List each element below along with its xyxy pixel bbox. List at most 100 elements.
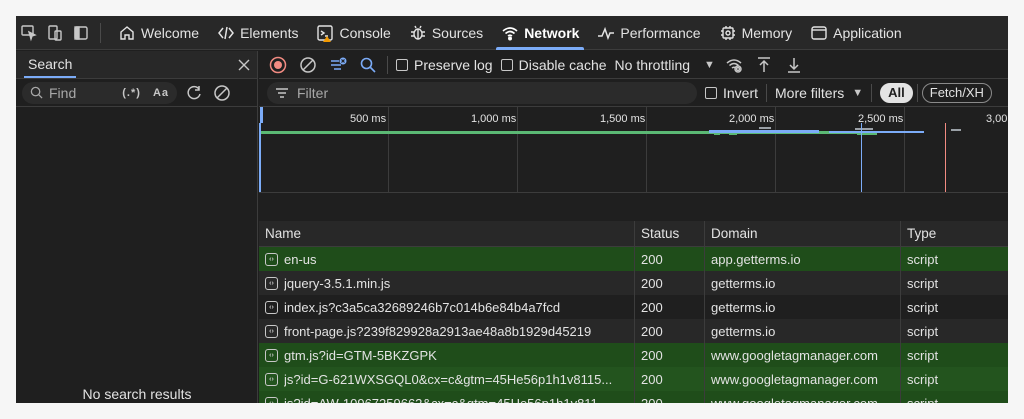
cell-name: ‹› en-us xyxy=(259,247,635,271)
record-icon[interactable] xyxy=(267,54,289,76)
cell-type: script xyxy=(907,299,939,315)
search-input[interactable]: Find (.*) Aa xyxy=(22,81,177,104)
download-icon[interactable] xyxy=(783,54,805,76)
timeline-tick-label: 1,500 ms xyxy=(600,113,646,125)
tab-label: Welcome xyxy=(141,24,200,41)
type-filter-fetch-xhr[interactable]: Fetch/XH xyxy=(921,82,992,103)
tab-elements[interactable]: Elements xyxy=(208,16,307,50)
cell-name: ‹› js?id=G-621WXSGQL0&cx=c&gtm=45He56p1h1… xyxy=(259,367,635,391)
device-toolbar-icon[interactable] xyxy=(42,16,68,50)
network-requests-table: Name Status Domain Type ‹› en-us 200 app.ge… xyxy=(259,221,1008,403)
request-name: en-us xyxy=(284,251,317,267)
filter-placeholder: Filter xyxy=(297,84,329,101)
upload-icon[interactable] xyxy=(753,54,775,76)
tab-welcome[interactable]: Welcome xyxy=(109,16,208,50)
home-icon xyxy=(120,25,134,40)
cell-domain: getterms.io xyxy=(705,271,901,295)
code-brackets-icon xyxy=(218,26,235,39)
invert-checkbox[interactable]: Invert xyxy=(705,85,758,101)
more-filters-button[interactable]: More filters ▼ xyxy=(775,85,863,101)
regex-toggle[interactable]: (.*) xyxy=(122,87,141,99)
table-body: ‹› en-us 200 app.getterms.io script ‹› jquery-… xyxy=(259,247,1008,403)
table-row[interactable]: ‹› en-us 200 app.getterms.io script xyxy=(259,247,1008,271)
column-header-domain[interactable]: Domain xyxy=(705,221,901,246)
search-drawer-header: Search xyxy=(16,51,257,79)
table-row[interactable]: ‹› index.js?c3a5ca32689246b7c014b6e84b4a7… xyxy=(259,295,1008,319)
timeline-request-bar xyxy=(714,133,720,135)
cell-status: 200 xyxy=(635,295,705,319)
wifi-icon xyxy=(502,26,518,41)
console-icon xyxy=(317,24,334,42)
filter-divider xyxy=(766,83,768,102)
tab-performance[interactable]: Performance xyxy=(588,16,709,50)
tab-label: Console xyxy=(339,24,391,41)
tab-console[interactable]: Console xyxy=(307,16,399,50)
timeline-selection-handle[interactable] xyxy=(260,107,263,123)
bug-icon xyxy=(410,25,425,40)
script-file-icon: ‹› xyxy=(265,396,278,403)
table-row[interactable]: ‹› gtm.js?id=GTM-5BKZGPK 200 www.googletagm… xyxy=(259,343,1008,367)
column-header-name[interactable]: Name xyxy=(259,221,635,246)
type-filter-all[interactable]: All xyxy=(880,82,913,103)
table-row[interactable]: ‹› js?id=G-621WXSGQL0&cx=c&gtm=45He56p1h1… xyxy=(259,367,1008,391)
cell-name: ‹› js?id=AW-10967259662&cx=c&gtm=45He56p1… xyxy=(259,391,635,403)
tab-sources[interactable]: Sources xyxy=(400,16,492,50)
filter-settings-icon[interactable] xyxy=(327,54,349,76)
cell-name: ‹› front-page.js?239f829928a2913ae48a8b19… xyxy=(259,319,635,343)
table-row[interactable]: ‹› js?id=AW-10967259662&cx=c&gtm=45He56p1… xyxy=(259,391,1008,403)
table-row[interactable]: ‹› jquery-3.5.1.min.js 200 getterms.io scrip… xyxy=(259,271,1008,295)
table-row[interactable]: ‹› front-page.js?239f829928a2913ae48a8b19… xyxy=(259,319,1008,343)
timeline-gridline xyxy=(775,107,776,192)
timeline-tick-label: 2,000 ms xyxy=(729,113,775,125)
tab-label: Elements xyxy=(240,24,299,41)
timeline-request-bar xyxy=(857,133,877,135)
refresh-icon[interactable] xyxy=(183,82,205,104)
filter-input[interactable]: Filter xyxy=(267,81,697,104)
more-filters-label: More filters xyxy=(775,84,845,101)
timeline-request-bar xyxy=(759,127,771,129)
inspect-element-icon[interactable] xyxy=(16,16,42,50)
chevron-down-icon: ▼ xyxy=(704,58,715,71)
script-file-icon: ‹› xyxy=(265,276,278,290)
request-name: js?id=G-621WXSGQL0&cx=c&gtm=45He56p1h1v8… xyxy=(284,371,613,387)
network-conditions-icon[interactable] xyxy=(723,54,745,76)
app-window-icon xyxy=(811,25,827,40)
cell-domain: getterms.io xyxy=(705,319,901,343)
timeline-tick-label: 2,500 ms xyxy=(858,113,904,125)
search-icon[interactable] xyxy=(357,54,379,76)
load-event-marker xyxy=(945,123,946,192)
column-header-status[interactable]: Status xyxy=(635,221,705,246)
tab-network[interactable]: Network xyxy=(492,16,588,50)
timeline-tick-label: 3,00 xyxy=(986,113,1008,125)
cell-status: 200 xyxy=(635,367,705,391)
sidebar-toggle-icon[interactable] xyxy=(68,16,94,50)
network-overview-timeline[interactable]: 500 ms 1,000 ms 1,500 ms 2,000 ms 2,500 … xyxy=(259,107,1008,193)
match-case-toggle[interactable]: Aa xyxy=(153,87,169,99)
cell-type: script xyxy=(907,347,939,363)
cell-status: 200 xyxy=(635,247,705,271)
toolbar-divider xyxy=(387,55,388,74)
search-icon xyxy=(30,86,43,99)
tab-memory[interactable]: Memory xyxy=(710,16,802,50)
script-file-icon: ‹› xyxy=(265,372,278,386)
column-header-type[interactable]: Type xyxy=(901,221,1008,246)
script-file-icon: ‹› xyxy=(265,324,278,338)
search-row: Find (.*) Aa xyxy=(16,79,257,107)
cell-status: 200 xyxy=(635,391,705,403)
checkbox-box xyxy=(705,86,717,99)
tab-application[interactable]: Application xyxy=(801,16,911,50)
search-tab[interactable]: Search xyxy=(24,52,77,78)
clear-log-icon[interactable] xyxy=(297,54,319,76)
close-icon[interactable] xyxy=(237,52,251,78)
timeline-request-bar xyxy=(709,130,819,133)
clear-icon[interactable] xyxy=(211,82,233,104)
tab-label: Memory xyxy=(741,24,793,41)
disable-cache-checkbox[interactable]: Disable cache xyxy=(500,57,607,73)
search-drawer: Search Find (.*) Aa No search results xyxy=(16,51,258,403)
preserve-log-label: Preserve log xyxy=(414,56,493,73)
cell-type: script xyxy=(907,275,939,291)
throttling-select[interactable]: No throttling ▼ xyxy=(615,57,715,73)
cell-type: script xyxy=(907,371,939,387)
preserve-log-checkbox[interactable]: Preserve log xyxy=(396,57,493,73)
no-search-results-message: No search results xyxy=(82,386,192,402)
